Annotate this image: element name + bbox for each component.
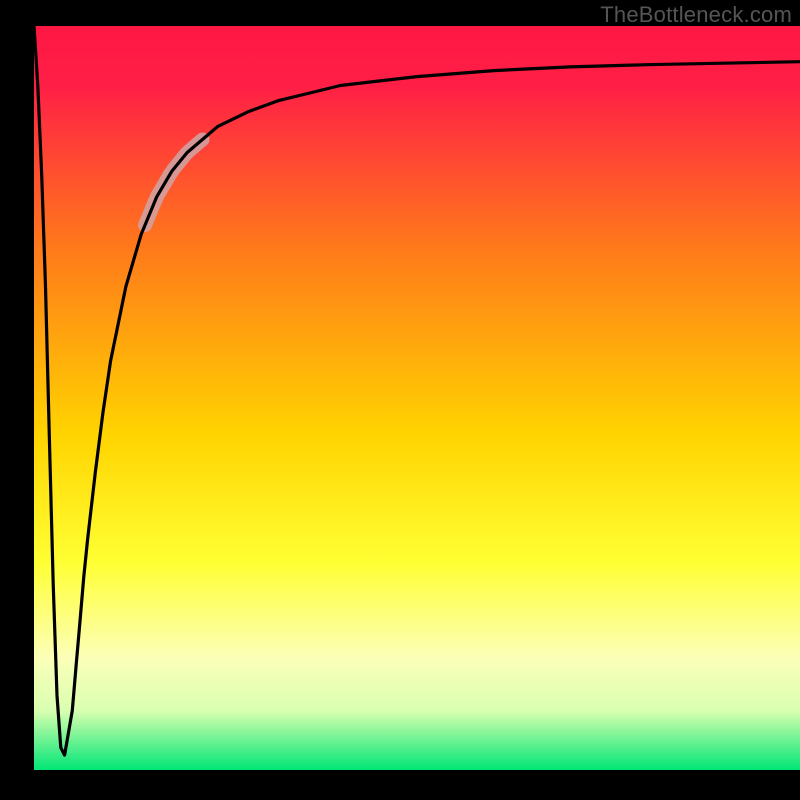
frame-bottom <box>0 770 800 800</box>
plot-svg <box>0 0 800 800</box>
chart-frame: { "attribution": "TheBottleneck.com", "c… <box>0 0 800 800</box>
frame-left <box>0 0 34 800</box>
plot-background <box>34 26 800 770</box>
attribution-text: TheBottleneck.com <box>600 2 792 28</box>
